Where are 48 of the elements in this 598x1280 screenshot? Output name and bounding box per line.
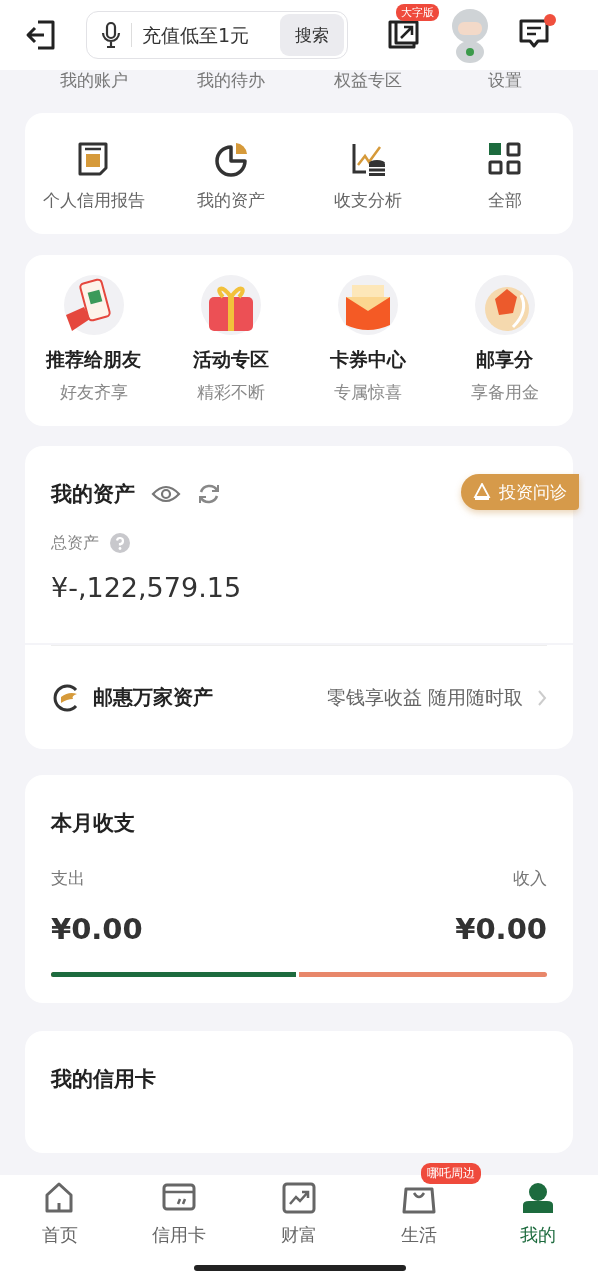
quick-link[interactable]: 我的待办	[162, 70, 299, 90]
expense-label: 支出	[51, 867, 85, 890]
total-assets-value: ¥-,122,579.15	[51, 572, 243, 603]
section-title: 我的信用卡	[51, 1066, 157, 1093]
tab[interactable]: 信用卡	[119, 1181, 240, 1251]
quick-link[interactable]: 我的账户	[25, 70, 162, 90]
large-font-badge[interactable]: 大字版	[396, 4, 439, 21]
expense-amount: ¥0.00	[51, 912, 143, 946]
promo-title[interactable]: 推荐给朋友	[46, 347, 141, 373]
product-name[interactable]: 邮惠万家资产	[93, 684, 213, 711]
section-title: 本月收支	[51, 810, 136, 837]
eye-icon[interactable]	[151, 484, 181, 504]
income-label: 收入	[513, 867, 547, 890]
quick-link[interactable]: 权益专区	[299, 70, 436, 90]
section-title: 我的资产	[51, 481, 135, 508]
phone-illustration[interactable]	[63, 275, 124, 335]
promo-badge: 哪吒周边	[420, 1163, 481, 1184]
promo-subtitle: 享备用金	[470, 381, 539, 404]
envelope-illustration[interactable]	[337, 275, 398, 335]
promo-subtitle: 好友齐享	[59, 381, 128, 404]
quick-link[interactable]: 设置	[436, 70, 573, 90]
tab[interactable]: 首页	[0, 1181, 120, 1251]
tab[interactable]: 生活	[358, 1181, 479, 1251]
service-label[interactable]: 个人信用报告	[42, 189, 145, 212]
message-icon[interactable]	[518, 17, 550, 49]
tab[interactable]: 财富	[239, 1181, 359, 1251]
trend-chart-icon	[282, 1181, 316, 1215]
microphone-icon[interactable]	[101, 21, 121, 49]
product-slogan[interactable]: 零钱享收益 随用随时取	[326, 684, 523, 711]
service-label[interactable]: 我的资产	[196, 189, 265, 212]
service-label[interactable]: 全部	[487, 189, 522, 212]
gift-illustration[interactable]	[200, 275, 261, 335]
service-label[interactable]: 收支分析	[333, 189, 402, 212]
promo-title[interactable]: 活动专区	[192, 347, 269, 373]
income-amount: ¥0.00	[455, 912, 547, 946]
person-icon	[521, 1181, 556, 1215]
gem-illustration[interactable]	[474, 275, 535, 335]
refresh-icon[interactable]	[197, 482, 221, 506]
pie-chart-icon[interactable]	[212, 141, 249, 177]
search-button[interactable]: 搜索	[280, 14, 344, 56]
promo-title[interactable]: 邮享分	[476, 347, 533, 373]
tab[interactable]: 我的	[478, 1181, 598, 1251]
promo-title[interactable]: 卡券中心	[329, 347, 406, 373]
exit-icon[interactable]	[24, 19, 58, 51]
total-assets-label: 总资产	[51, 532, 99, 554]
promo-subtitle: 专属惊喜	[333, 381, 402, 404]
promo-subtitle: 精彩不断	[196, 381, 265, 404]
grid-icon[interactable]	[486, 141, 523, 177]
